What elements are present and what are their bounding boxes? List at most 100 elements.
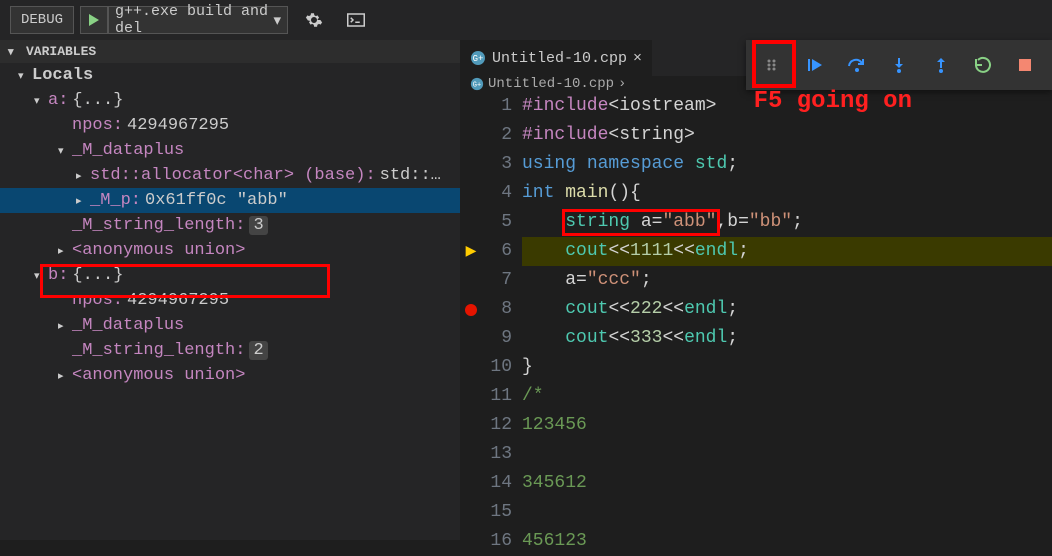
chevron-down-icon: ▾ xyxy=(34,94,48,108)
chevron-right-icon: ▸ xyxy=(76,169,90,183)
code-line[interactable]: cout<<222<<endl; xyxy=(522,295,1052,324)
terminal-icon xyxy=(347,13,365,27)
variable-name: std::allocator<char> (base): xyxy=(90,166,376,185)
start-debug-button[interactable] xyxy=(80,6,108,34)
continue-button[interactable] xyxy=(796,47,834,83)
main-area: ▾ VARIABLES ▾ Locals ▾ a: {...} npos: 42… xyxy=(0,40,1052,540)
variable-b-npos[interactable]: npos: 4294967295 xyxy=(0,288,460,313)
locals-scope[interactable]: ▾ Locals xyxy=(0,63,460,88)
debug-console-button[interactable] xyxy=(340,6,372,34)
variable-a-mp[interactable]: ▸ _M_p: 0x61ff0c "abb" xyxy=(0,188,460,213)
step-out-button[interactable] xyxy=(922,47,960,83)
variables-label: VARIABLES xyxy=(26,44,96,59)
step-over-button[interactable] xyxy=(838,47,876,83)
svg-text:G+: G+ xyxy=(473,82,481,90)
step-out-icon xyxy=(933,56,949,74)
variable-value: 3 xyxy=(249,216,267,235)
variable-value: 0x61ff0c "abb" xyxy=(145,191,288,210)
restart-icon xyxy=(974,56,992,74)
variable-b-mslen[interactable]: _M_string_length: 2 xyxy=(0,338,460,363)
code-editor[interactable]: ▶ 12345678910111213141516 #include<iostr… xyxy=(460,92,1052,556)
play-icon xyxy=(87,13,101,27)
breakpoint-gutter[interactable]: ▶ xyxy=(460,92,482,556)
variable-value: {...} xyxy=(72,91,123,110)
variable-value: 2 xyxy=(249,341,267,360)
code-line[interactable]: a="ccc"; xyxy=(522,266,1052,295)
variable-a-mdataplus[interactable]: ▾ _M_dataplus xyxy=(0,138,460,163)
code-line[interactable]: using namespace std; xyxy=(522,150,1052,179)
code-line[interactable]: #include<string> xyxy=(522,121,1052,150)
debug-sidebar: ▾ VARIABLES ▾ Locals ▾ a: {...} npos: 42… xyxy=(0,40,460,540)
code-line[interactable]: /* xyxy=(522,382,1052,411)
tab-label: Untitled-10.cpp xyxy=(492,50,627,67)
breakpoint-icon[interactable] xyxy=(465,304,477,316)
cpp-file-icon: G+ xyxy=(470,77,484,91)
chevron-right-icon: ▸ xyxy=(58,369,72,383)
drag-handle[interactable] xyxy=(754,47,792,83)
tab-untitled-10[interactable]: G+ Untitled-10.cpp × xyxy=(460,40,652,76)
editor-pane: G+ Untitled-10.cpp × G+ Untitled-10.cpp … xyxy=(460,40,1052,540)
variable-b-anon[interactable]: ▸ <anonymous union> xyxy=(0,363,460,388)
stop-button[interactable] xyxy=(1006,47,1044,83)
close-icon[interactable]: × xyxy=(633,50,642,67)
locals-label: Locals xyxy=(32,66,93,85)
variable-value: {...} xyxy=(72,266,123,285)
breadcrumb-file: Untitled-10.cpp xyxy=(488,76,614,92)
chevron-down-icon: ▾ xyxy=(34,269,48,283)
variable-a[interactable]: ▾ a: {...} xyxy=(0,88,460,113)
variable-value: std::… xyxy=(380,166,441,185)
line-number-gutter: 12345678910111213141516 xyxy=(482,92,522,556)
code-content[interactable]: #include<iostream>#include<string>using … xyxy=(522,92,1052,556)
chevron-right-icon: › xyxy=(618,76,626,92)
current-line-icon: ▶ xyxy=(466,243,477,260)
variable-a-npos[interactable]: npos: 4294967295 xyxy=(0,113,460,138)
continue-icon xyxy=(806,56,824,74)
code-line[interactable] xyxy=(522,440,1052,469)
variable-name: <anonymous union> xyxy=(72,241,245,260)
code-line[interactable]: 456123 xyxy=(522,527,1052,556)
code-line[interactable]: 345612 xyxy=(522,469,1052,498)
code-line[interactable]: cout<<333<<endl; xyxy=(522,324,1052,353)
svg-text:G+: G+ xyxy=(473,54,484,64)
variable-name: _M_dataplus xyxy=(72,316,184,335)
variable-name: npos: xyxy=(72,291,123,310)
code-line[interactable]: #include<iostream> xyxy=(522,92,1052,121)
variable-a-mslen[interactable]: _M_string_length: 3 xyxy=(0,213,460,238)
code-line[interactable]: } xyxy=(522,353,1052,382)
variable-name: _M_string_length: xyxy=(72,341,245,360)
code-line[interactable]: int main(){ xyxy=(522,179,1052,208)
code-line[interactable]: 123456 xyxy=(522,411,1052,440)
code-line[interactable] xyxy=(522,498,1052,527)
variable-a-anon[interactable]: ▸ <anonymous union> xyxy=(0,238,460,263)
step-into-button[interactable] xyxy=(880,47,918,83)
variable-name: a: xyxy=(48,91,68,110)
restart-button[interactable] xyxy=(964,47,1002,83)
variables-section-header[interactable]: ▾ VARIABLES xyxy=(0,40,460,63)
chevron-right-icon: ▸ xyxy=(58,244,72,258)
code-line[interactable]: string a="abb",b="bb"; xyxy=(522,208,1052,237)
variable-a-allocator[interactable]: ▸ std::allocator<char> (base): std::… xyxy=(0,163,460,188)
step-into-icon xyxy=(891,56,907,74)
variable-name: npos: xyxy=(72,116,123,135)
caret-down-icon: ▾ xyxy=(273,11,281,30)
variable-name: <anonymous union> xyxy=(72,366,245,385)
chevron-down-icon: ▾ xyxy=(18,69,32,83)
debug-config-select[interactable]: g++.exe build and del ▾ xyxy=(108,6,288,34)
grip-icon xyxy=(766,58,780,72)
debug-toolbar xyxy=(746,40,1052,90)
variable-b[interactable]: ▾ b: {...} xyxy=(0,263,460,288)
stop-icon xyxy=(1018,58,1032,72)
variable-value: 4294967295 xyxy=(127,116,229,135)
code-line[interactable]: cout<<1111<<endl; xyxy=(522,237,1052,266)
top-bar: DEBUG g++.exe build and del ▾ xyxy=(0,0,1052,40)
gear-icon xyxy=(305,11,323,29)
chevron-right-icon: ▸ xyxy=(76,194,90,208)
variable-name: _M_string_length: xyxy=(72,216,245,235)
variable-value: 4294967295 xyxy=(127,291,229,310)
settings-button[interactable] xyxy=(298,6,330,34)
variable-name: _M_dataplus xyxy=(72,141,184,160)
variable-b-mdataplus[interactable]: ▸ _M_dataplus xyxy=(0,313,460,338)
chevron-down-icon: ▾ xyxy=(58,144,72,158)
cpp-file-icon: G+ xyxy=(470,50,486,66)
debug-label: DEBUG xyxy=(10,6,74,34)
